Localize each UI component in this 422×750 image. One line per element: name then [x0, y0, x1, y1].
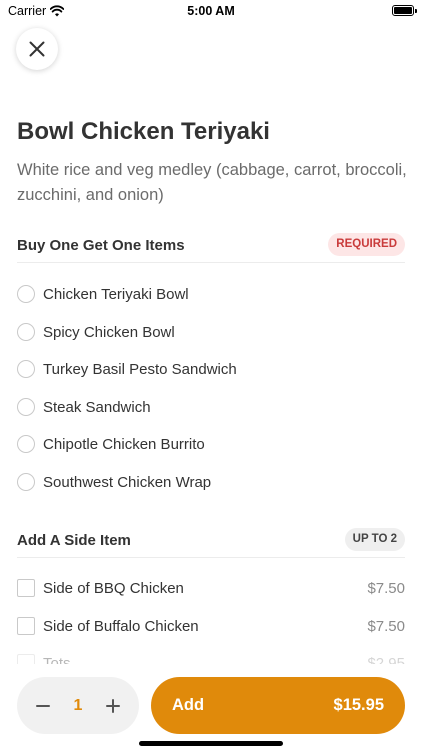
option-label: Turkey Basil Pesto Sandwich [43, 360, 237, 378]
total-price: $15.95 [333, 696, 384, 714]
minus-icon [36, 704, 50, 707]
radio-button[interactable] [17, 323, 35, 341]
option-chicken-teriyaki-bowl[interactable]: Chicken Teriyaki Bowl [17, 279, 405, 309]
clock: 5:00 AM [187, 4, 235, 18]
radio-button[interactable] [17, 398, 35, 416]
radio-button[interactable] [17, 360, 35, 378]
option-label: Side of Buffalo Chicken [43, 617, 199, 635]
home-indicator [139, 741, 283, 746]
option-side-buffalo-chicken[interactable]: Side of Buffalo Chicken $7.50 [17, 611, 405, 641]
option-turkey-basil-pesto-sandwich[interactable]: Turkey Basil Pesto Sandwich [17, 354, 405, 384]
checkbox[interactable] [17, 579, 35, 597]
battery-icon [392, 5, 417, 16]
option-price: $7.50 [367, 579, 405, 597]
decrease-button[interactable] [33, 696, 53, 716]
radio-button[interactable] [17, 435, 35, 453]
item-description: White rice and veg medley (cabbage, carr… [17, 161, 407, 204]
option-label: Chipotle Chicken Burrito [43, 435, 205, 453]
option-label: Southwest Chicken Wrap [43, 473, 212, 491]
option-label: Side of BBQ Chicken [43, 579, 184, 597]
option-price: $7.50 [367, 617, 405, 635]
add-to-cart-button[interactable]: Add $15.95 [151, 677, 405, 734]
plus-icon [106, 698, 120, 713]
option-side-bbq-chicken[interactable]: Side of BBQ Chicken $7.50 [17, 573, 405, 603]
checkbox[interactable] [17, 617, 35, 635]
status-bar: Carrier 5:00 AM [0, 0, 422, 22]
close-icon [29, 41, 45, 57]
section-title: Buy One Get One Items [17, 237, 185, 254]
option-steak-sandwich[interactable]: Steak Sandwich [17, 392, 405, 422]
option-label: Chicken Teriyaki Bowl [43, 285, 189, 303]
section-title: Add A Side Item [17, 532, 131, 549]
section-header-sides: Add A Side Item UP TO 2 [17, 528, 405, 558]
option-label: Steak Sandwich [43, 398, 151, 416]
section-header-bogo: Buy One Get One Items REQUIRED [17, 233, 405, 263]
option-spicy-chicken-bowl[interactable]: Spicy Chicken Bowl [17, 317, 405, 347]
increase-button[interactable] [103, 696, 123, 716]
add-label: Add [172, 696, 205, 714]
limit-badge: UP TO 2 [344, 528, 405, 551]
option-southwest-chicken-wrap[interactable]: Southwest Chicken Wrap [17, 467, 405, 497]
close-button[interactable] [16, 28, 58, 70]
option-chipotle-chicken-burrito[interactable]: Chipotle Chicken Burrito [17, 429, 405, 459]
bottom-action-bar: 1 Add $15.95 [0, 664, 422, 750]
option-label: Spicy Chicken Bowl [43, 323, 175, 341]
radio-button[interactable] [17, 285, 35, 303]
quantity-value: 1 [73, 696, 83, 714]
quantity-stepper: 1 [17, 677, 139, 734]
item-title: Bowl Chicken Teriyaki [17, 118, 270, 145]
radio-button[interactable] [17, 473, 35, 491]
required-badge: REQUIRED [328, 233, 405, 256]
